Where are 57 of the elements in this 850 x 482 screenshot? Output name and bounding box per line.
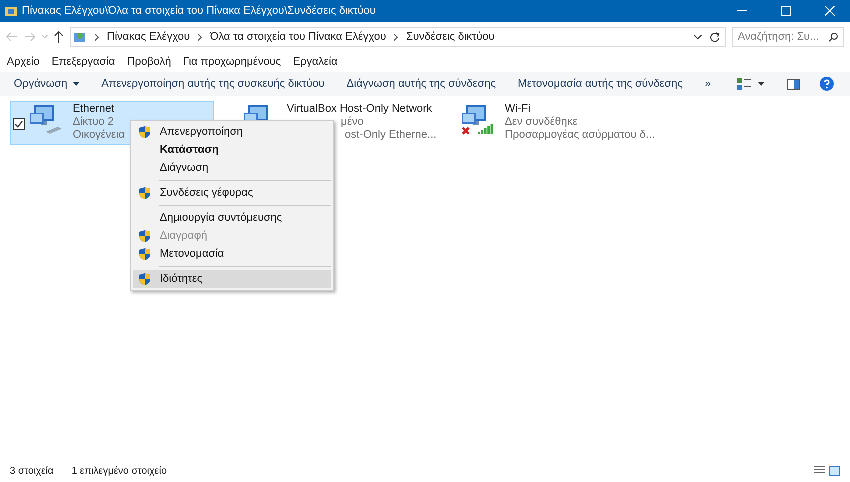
maximize-icon[interactable]: [781, 6, 791, 16]
connection-device: Οικογένεια: [73, 129, 126, 142]
breadcrumb[interactable]: Όλα τα στοιχεία του Πίνακα Ελέγχου: [210, 28, 386, 46]
control-panel-icon: [73, 30, 87, 44]
large-icons-view-icon[interactable]: [829, 466, 840, 476]
connection-item[interactable]: Wi-Fi Δεν συνδέθηκε Προσαρμογέας ασύρματου δ...: [454, 101, 654, 145]
caret-icon: [72, 82, 80, 86]
toolbar-button[interactable]: Απενεργοποίηση αυτής της συσκευής δικτύου: [92, 74, 335, 94]
details-view-icon[interactable]: [814, 466, 825, 476]
toolbar-button[interactable]: »: [694, 74, 722, 94]
connection-device: ost-Only Etherne...: [344, 129, 437, 142]
breadcrumb[interactable]: Συνδέσεις δικτύου: [406, 28, 495, 46]
shield-icon: [139, 126, 151, 138]
up-arrow-icon[interactable]: [54, 31, 64, 43]
help-icon[interactable]: [820, 77, 834, 91]
context-menu-item[interactable]: Μετονομασία: [133, 245, 331, 263]
context-menu-item[interactable]: Διάγνωση: [133, 159, 331, 177]
window-title: Πίνακας Ελέγχου\Όλα τα στοιχεία του Πίνακα Ελέγχου\Συνδέσεις δικτύου: [22, 4, 376, 19]
connection-name: VirtualBox Host-Only Network: [287, 103, 434, 116]
close-icon[interactable]: [825, 6, 835, 16]
context-menu-item[interactable]: Ιδιότητες: [133, 270, 331, 288]
address-bar[interactable]: Πίνακας Ελέγχου Όλα τα στοιχεία του Πίνακα Ελέγχου Συνδέσεις δικτύου: [70, 27, 726, 47]
caret-icon[interactable]: [758, 82, 765, 86]
shield-icon: [139, 230, 151, 242]
toolbar-button[interactable]: Διάγνωση αυτής της σύνδεσης: [336, 74, 506, 94]
search-icon: [829, 32, 838, 42]
menu-item[interactable]: Επεξεργασία: [52, 54, 116, 70]
shield-icon: [139, 186, 151, 200]
dropdown-caret-icon[interactable]: [694, 34, 702, 40]
connection-status: Δεν συνδέθηκε: [505, 116, 579, 129]
item-count: 3 στοιχεία: [10, 464, 54, 478]
preview-pane-icon[interactable]: [787, 78, 800, 90]
chevron-icon: [95, 34, 99, 40]
shield-icon: [139, 272, 151, 286]
checkbox[interactable]: [13, 118, 25, 130]
refresh-icon[interactable]: [710, 32, 720, 42]
context-menu-item[interactable]: Συνδέσεις γέφυρας: [133, 184, 331, 202]
breadcrumb[interactable]: Πίνακας Ελέγχου: [107, 28, 190, 46]
menu-item[interactable]: Αρχείο: [7, 54, 40, 70]
selection-count: 1 επιλεγμένο στοιχείο: [72, 464, 168, 478]
menu-item[interactable]: Προβολή: [127, 54, 172, 70]
chevron-icon: [198, 34, 202, 40]
connection-name: Wi-Fi: [505, 103, 532, 116]
toolbar-button[interactable]: Οργάνωση: [4, 74, 90, 94]
connection-device: Προσαρμογέας ασύρματου δ...: [505, 129, 656, 142]
context-menu-item[interactable]: Δημιουργία συντόμευσης: [133, 209, 331, 227]
shield-icon: [139, 248, 151, 260]
folder-icon: [5, 5, 17, 17]
connection-status: Δίκτυο 2: [73, 116, 115, 129]
chevron-icon: [394, 34, 398, 40]
connection-name: Ethernet: [73, 103, 116, 116]
connection-status: μένο: [340, 116, 365, 129]
menu-item[interactable]: Για προχωρημένους: [183, 54, 282, 70]
menu-item[interactable]: Εργαλεία: [293, 54, 338, 70]
view-options-icon[interactable]: [737, 78, 751, 90]
search-field[interactable]: Αναζήτηση: Συ...: [732, 27, 844, 47]
toolbar-button[interactable]: Μετονομασία αυτής της σύνδεσης: [508, 74, 693, 94]
